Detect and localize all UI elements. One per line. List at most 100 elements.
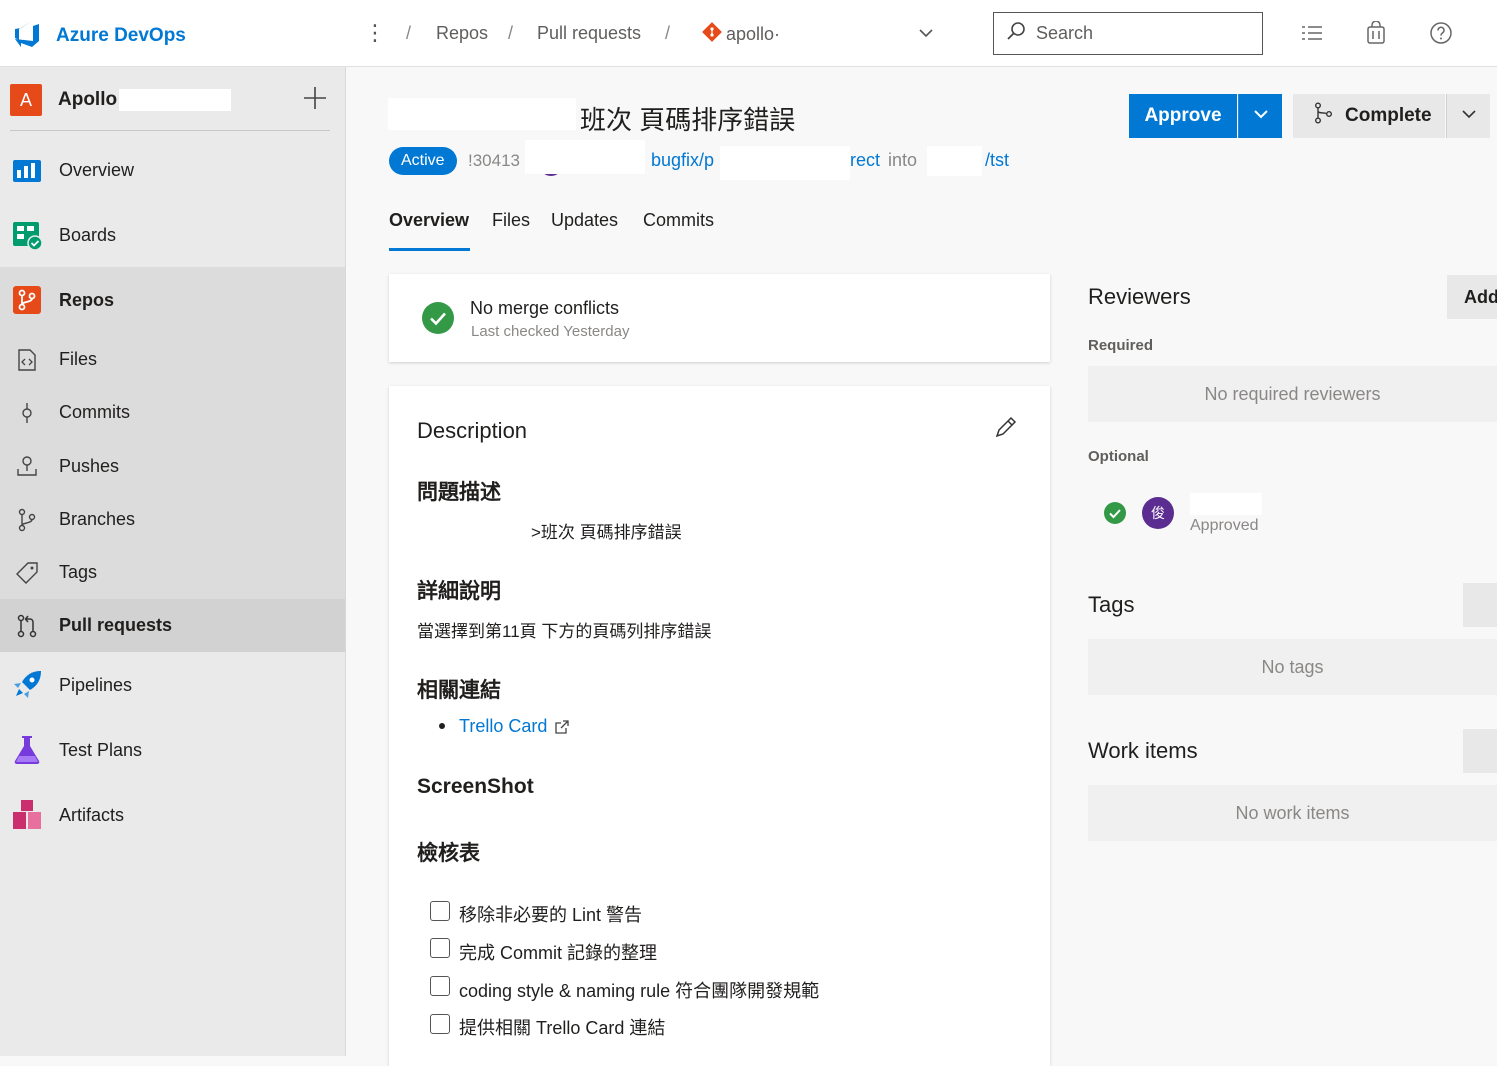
help-icon[interactable] (1428, 20, 1454, 46)
required-label: Required (1088, 337, 1154, 354)
chevron-down-icon (1252, 105, 1270, 128)
source-branch-link-tail[interactable]: rect (850, 150, 880, 171)
sidebar-item-label: Overview (59, 159, 135, 180)
project-header[interactable]: A Apollo (10, 83, 332, 117)
chevron-down-icon[interactable] (917, 24, 935, 47)
sidebar-item-pull-requests[interactable]: Pull requests (0, 599, 345, 652)
bullet (439, 723, 445, 729)
edit-pencil-icon[interactable] (994, 415, 1018, 444)
source-branch-link[interactable]: bugfix/p (651, 150, 714, 171)
azure-devops-logo-icon (12, 18, 42, 53)
status-badge: Active (389, 147, 457, 175)
redacted-block (927, 146, 982, 176)
sidebar-item-overview[interactable]: Overview (0, 137, 345, 203)
tab-selected-indicator (389, 248, 470, 251)
sidebar-item-branches[interactable]: Branches (0, 493, 345, 546)
reviewers-title: Reviewers (1088, 284, 1191, 309)
approve-options-button[interactable] (1238, 94, 1282, 138)
brand-name: Azure DevOps (56, 24, 186, 46)
checklist-item-label: 完成 Commit 記錄的整理 (459, 943, 657, 963)
task-list-icon[interactable] (1299, 20, 1325, 46)
sidebar-item-label: Branches (59, 509, 136, 529)
sidebar-item-pushes[interactable]: Pushes (0, 439, 345, 493)
checklist-checkbox[interactable] (430, 938, 450, 958)
repo-name: apollo· (726, 24, 781, 44)
sidebar-item-files[interactable]: Files (0, 333, 345, 386)
sidebar-item-label: Pipelines (59, 674, 133, 695)
detail-heading: 詳細說明 (417, 580, 501, 603)
approved-check-icon (1104, 502, 1126, 529)
checklist-item-label: 移除非必要的 Lint 警告 (459, 905, 643, 925)
problem-text: >班次 頁碼排序錯誤 (531, 523, 682, 542)
sidebar-item-repos[interactable]: Repos (0, 267, 345, 333)
overview-icon (10, 153, 44, 187)
sidebar-item-label: Pushes (59, 455, 120, 476)
tab-files[interactable]: Files (492, 210, 530, 231)
file-code-icon (14, 343, 40, 377)
complete-label: Complete (1345, 105, 1432, 126)
breadcrumb-repos[interactable]: Repos (436, 23, 488, 44)
sidebar-item-tags[interactable]: Tags (0, 546, 345, 599)
commit-icon (14, 396, 40, 430)
search-box[interactable] (993, 12, 1263, 55)
optional-label: Optional (1088, 448, 1149, 465)
more-options-icon[interactable]: ⋮ (364, 20, 386, 46)
brand[interactable]: Azure DevOps (12, 18, 186, 53)
tab-updates[interactable]: Updates (551, 210, 618, 231)
chevron-down-icon (1460, 105, 1478, 128)
reviewer-status: Approved (1190, 517, 1259, 534)
approve-button[interactable]: Approve (1129, 94, 1237, 138)
breadcrumb-separator: / (665, 23, 671, 43)
complete-button[interactable]: Complete (1293, 94, 1445, 138)
target-branch-link[interactable]: /tst (985, 150, 1009, 171)
sidebar-item-label: Repos (59, 289, 115, 310)
checklist-checkbox[interactable] (430, 901, 450, 921)
into-label: into (888, 150, 918, 170)
trello-card-link[interactable]: Trello Card (459, 716, 547, 737)
work-items-title: Work items (1088, 738, 1198, 763)
pr-id: !30413 (468, 151, 520, 170)
links-heading: 相關連結 (417, 679, 501, 702)
detail-text: 當選擇到第11頁 下方的頁碼列排序錯誤 (417, 622, 712, 641)
marketplace-bag-icon[interactable] (1363, 20, 1389, 46)
checklist-checkbox[interactable] (430, 976, 450, 996)
complete-options-button[interactable] (1446, 94, 1490, 138)
problem-heading: 問題描述 (417, 481, 501, 504)
pull-request-icon (1313, 102, 1335, 130)
tab-overview[interactable]: Overview (389, 210, 469, 231)
sidebar-item-label: Commits (59, 402, 130, 422)
checklist-checkbox[interactable] (430, 1014, 450, 1034)
required-reviewers-empty: No required reviewers (1088, 366, 1497, 422)
project-name: Apollo (58, 89, 118, 110)
add-tag-button[interactable] (1463, 583, 1497, 627)
tab-commits[interactable]: Commits (643, 210, 714, 231)
breadcrumb-pull-requests[interactable]: Pull requests (537, 23, 641, 44)
add-icon[interactable] (302, 85, 328, 116)
top-bar: Azure DevOps ⋮ / Repos / Pull requests /… (0, 0, 1497, 67)
pull-request-icon (14, 609, 40, 643)
sidebar-item-artifacts[interactable]: Artifacts (0, 782, 345, 848)
branch-icon (14, 503, 40, 537)
sidebar-item-pipelines[interactable]: Pipelines (0, 652, 345, 718)
add-reviewer-button[interactable]: Add (1447, 275, 1497, 319)
sidebar-item-label: Pull requests (59, 615, 173, 635)
add-work-item-button[interactable] (1463, 729, 1497, 773)
search-input[interactable] (1036, 23, 1246, 44)
sidebar-item-test-plans[interactable]: Test Plans (0, 718, 345, 782)
pipelines-icon (10, 668, 44, 702)
redacted-block (119, 89, 232, 111)
work-items-empty: No work items (1088, 785, 1497, 841)
sidebar-item-label: Files (59, 349, 98, 369)
git-repo-icon (702, 22, 722, 47)
checklist-item-label: coding style & naming rule 符合團隊開發規範 (459, 981, 820, 1001)
breadcrumb-repo[interactable]: apollo· (702, 22, 780, 47)
tag-icon (14, 556, 40, 590)
boards-icon (10, 218, 44, 252)
sidebar-item-commits[interactable]: Commits (0, 386, 345, 439)
sidebar-item-label: Artifacts (59, 804, 125, 825)
artifacts-icon (10, 798, 44, 832)
sidebar-item-boards[interactable]: Boards (0, 203, 345, 267)
redacted-block (1190, 493, 1262, 515)
search-icon (1006, 21, 1026, 46)
reviewer-avatar[interactable]: 俊 (1142, 497, 1174, 529)
